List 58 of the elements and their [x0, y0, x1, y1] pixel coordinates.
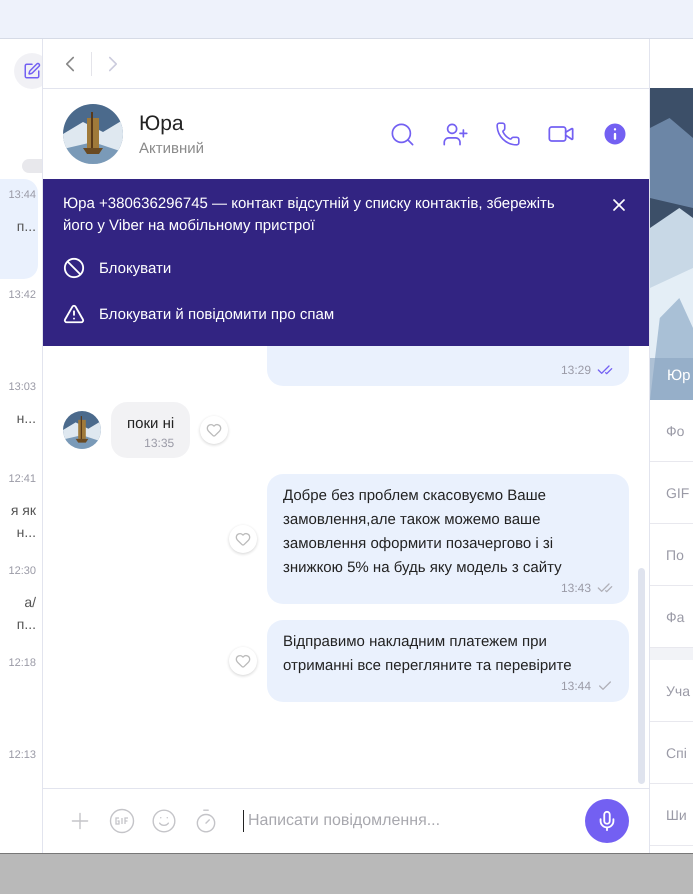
like-button[interactable] — [200, 416, 228, 444]
contact-status: Активний — [139, 140, 205, 156]
message-text: поки ні — [127, 414, 174, 434]
call-button[interactable] — [495, 121, 521, 147]
chat-time: 12:41 — [8, 473, 36, 485]
chat-list-item[interactable]: 12:41 я як н... — [0, 463, 38, 555]
chat-list-item[interactable]: 13:44 п... — [0, 179, 38, 279]
info-list-item[interactable]: Фа — [650, 586, 693, 648]
like-button[interactable] — [229, 525, 257, 553]
chat-time: 12:30 — [8, 565, 36, 577]
chat-preview: н... — [16, 523, 36, 542]
pen-icon — [23, 62, 41, 80]
add-participant-button[interactable] — [442, 120, 469, 148]
report-spam-button[interactable]: Блокувати й повідомити про спам — [63, 303, 334, 325]
like-button[interactable] — [229, 647, 257, 675]
microphone-button[interactable] — [585, 799, 629, 843]
contact-avatar — [63, 411, 101, 449]
chat-list-item[interactable]: 13:03 н... — [0, 371, 38, 463]
info-list-item[interactable]: Спі — [650, 722, 693, 784]
chat-time: 13:44 — [8, 189, 36, 201]
info-list-item[interactable]: По — [650, 524, 693, 586]
search-button[interactable] — [389, 120, 416, 148]
gif-icon[interactable] — [109, 808, 135, 834]
info-list-item[interactable]: Ши — [650, 784, 693, 846]
chat-time: 12:18 — [8, 657, 36, 669]
message-time: 13:44 — [560, 679, 591, 693]
message-time: 13:29 — [560, 363, 591, 377]
chat-list-item[interactable]: 12:30 а/ п... — [0, 555, 38, 647]
chat-time: 13:03 — [8, 381, 36, 393]
chat-list-item[interactable]: 12:18 — [0, 647, 38, 739]
heart-icon — [235, 531, 251, 547]
scrollbar[interactable] — [638, 568, 645, 784]
message-time: 13:43 — [560, 581, 591, 595]
chat-preview: я як — [10, 501, 36, 520]
contact-name: Юра — [139, 112, 185, 136]
message-text: Добре без проблем скасовуємо Ваше замовлення,але також можемо ваше замовлення оформити позачергово і зі знижкою 5% на будь яку модель з сайту — [283, 486, 563, 578]
chat-preview: п... — [16, 217, 36, 236]
banner-message: Юра +380636296745 — контакт відсутній у списку контактів, збережіть його у Viber на мобільному пристрої — [63, 194, 556, 236]
info-list-item[interactable]: GIF — [650, 462, 693, 524]
sticker-icon[interactable] — [151, 808, 177, 834]
chat-list-item[interactable]: 13:42 — [0, 279, 38, 371]
chat-time: 13:42 — [8, 289, 36, 301]
info-list-item[interactable]: Уча — [650, 648, 693, 722]
compose-button[interactable] — [14, 53, 42, 89]
heart-icon — [206, 422, 222, 438]
info-list-item[interactable]: Фо — [650, 400, 693, 462]
heart-icon — [235, 653, 251, 669]
prohibited-icon — [63, 257, 85, 279]
chat-preview: а/ — [24, 593, 36, 612]
message-time: 13:35 — [144, 436, 174, 450]
contact-name: Юр — [667, 367, 690, 384]
warning-icon — [63, 303, 85, 325]
chat-time: 12:13 — [8, 749, 36, 761]
chat-preview: н... — [16, 409, 36, 428]
chat-list-item[interactable]: 12:13 — [0, 739, 38, 831]
chat-preview: п... — [16, 615, 36, 634]
block-button[interactable]: Блокувати — [63, 257, 172, 279]
message-text: Відправимо накладним платежем при отриманні все перегляните та перевірите — [283, 632, 573, 676]
